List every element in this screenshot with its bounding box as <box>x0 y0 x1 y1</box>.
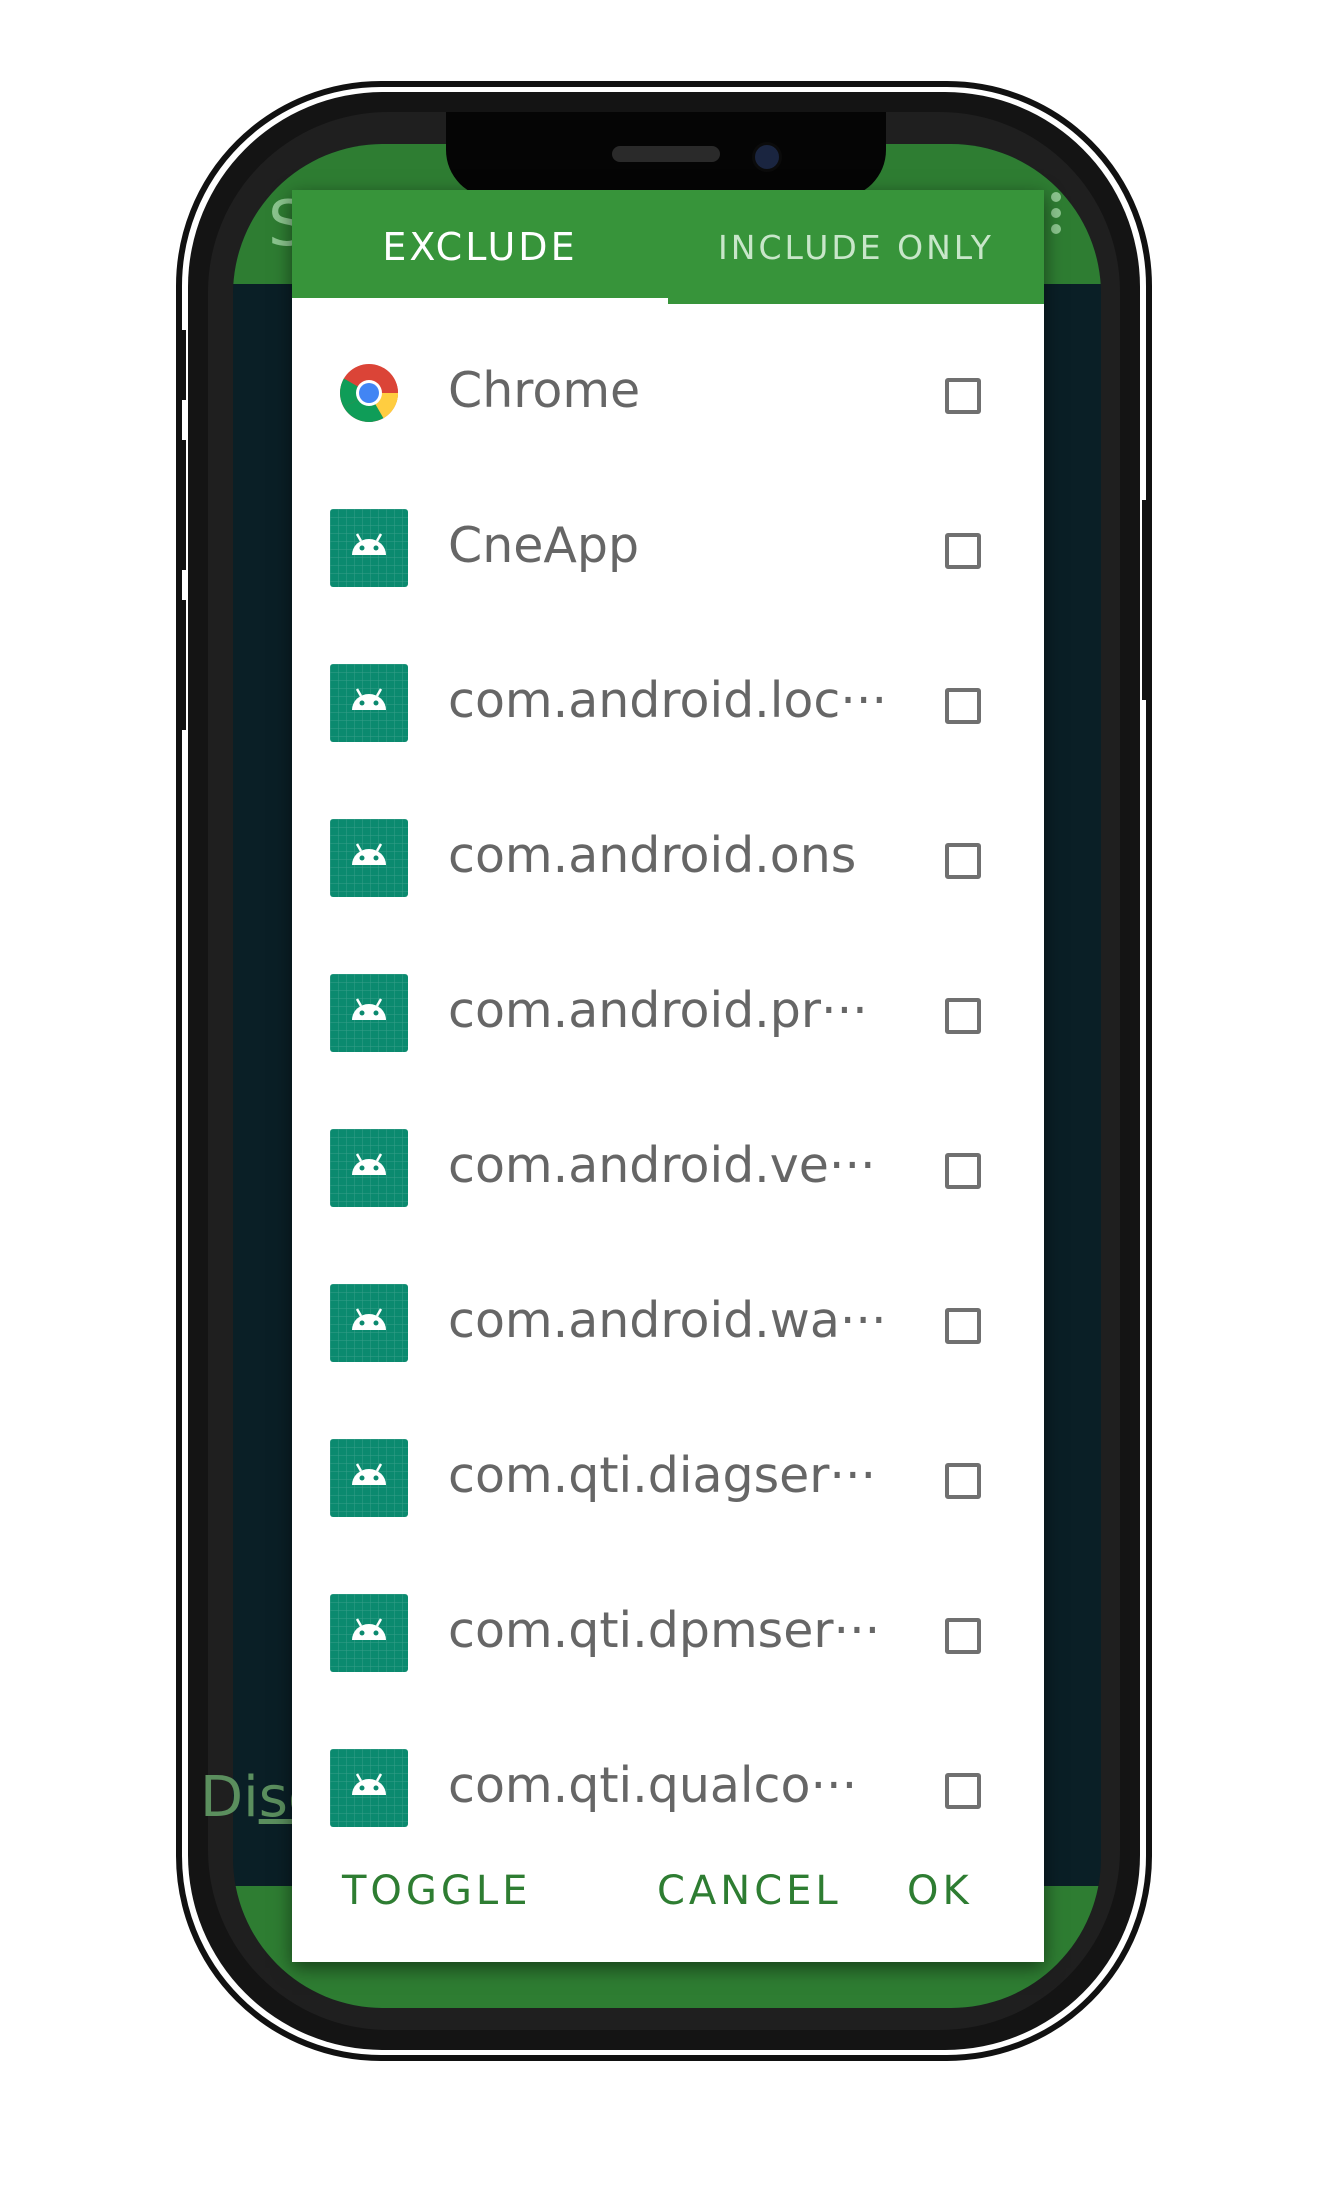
phone-left-button-3 <box>178 600 186 730</box>
tab-bar: EXCLUDE INCLUDE ONLY <box>292 190 1044 304</box>
app-filter-dialog: EXCLUDE INCLUDE ONLY Chrome CneApp com.and… <box>292 190 1044 1962</box>
list-item[interactable]: Chrome <box>292 304 1044 459</box>
android-app-icon <box>330 1594 408 1672</box>
list-item[interactable]: com.android.wa··· <box>292 1234 1044 1389</box>
status-prefix: Di <box>200 1765 259 1830</box>
android-app-icon <box>330 819 408 897</box>
app-checkbox[interactable] <box>945 1308 981 1344</box>
app-label: com.android.wa··· <box>448 1292 887 1349</box>
app-checkbox[interactable] <box>945 1463 981 1499</box>
app-label: com.android.pr··· <box>448 982 868 1039</box>
list-item[interactable]: com.android.ons <box>292 769 1044 924</box>
app-label: Chrome <box>448 362 641 419</box>
app-label: com.android.loc··· <box>448 672 888 729</box>
app-checkbox[interactable] <box>945 1153 981 1189</box>
app-label: com.qti.diagser··· <box>448 1447 877 1504</box>
app-label: com.qti.dpmser··· <box>448 1602 881 1659</box>
front-camera <box>752 142 782 172</box>
android-app-icon <box>330 1749 408 1827</box>
app-checkbox[interactable] <box>945 688 981 724</box>
app-label: com.android.ve··· <box>448 1137 876 1194</box>
phone-left-button-1 <box>178 330 186 400</box>
phone-left-button-2 <box>178 440 186 570</box>
android-app-icon <box>330 509 408 587</box>
list-item[interactable]: com.qti.dpmser··· <box>292 1544 1044 1699</box>
app-checkbox[interactable] <box>945 1773 981 1809</box>
app-label: com.android.ons <box>448 827 857 884</box>
list-item[interactable]: com.android.pr··· <box>292 924 1044 1079</box>
android-app-icon <box>330 664 408 742</box>
chrome-icon <box>330 354 408 432</box>
overflow-menu-icon[interactable] <box>1051 192 1061 240</box>
app-checkbox[interactable] <box>945 998 981 1034</box>
android-app-icon <box>330 974 408 1052</box>
earpiece-speaker <box>612 146 720 162</box>
list-item[interactable]: com.android.loc··· <box>292 614 1044 769</box>
app-list[interactable]: Chrome CneApp com.android.loc··· com.androi… <box>292 304 1044 1828</box>
app-checkbox[interactable] <box>945 378 981 414</box>
toggle-button[interactable]: TOGGLE <box>342 1868 531 1914</box>
cancel-button[interactable]: CANCEL <box>657 1868 842 1914</box>
app-checkbox[interactable] <box>945 843 981 879</box>
app-checkbox[interactable] <box>945 533 981 569</box>
dialog-actions: TOGGLE CANCEL OK <box>292 1828 1044 1962</box>
android-app-icon <box>330 1439 408 1517</box>
list-item[interactable]: com.qti.diagser··· <box>292 1389 1044 1544</box>
tab-exclude[interactable]: EXCLUDE <box>292 190 668 304</box>
list-item[interactable]: CneApp <box>292 459 1044 614</box>
app-label: com.qti.qualco··· <box>448 1757 858 1814</box>
list-item[interactable]: com.android.ve··· <box>292 1079 1044 1234</box>
ok-button[interactable]: OK <box>907 1868 973 1914</box>
app-label: CneApp <box>448 517 640 574</box>
list-item[interactable]: com.qti.qualco··· <box>292 1699 1044 1828</box>
app-checkbox[interactable] <box>945 1618 981 1654</box>
phone-right-button <box>1142 500 1150 700</box>
android-app-icon <box>330 1129 408 1207</box>
android-app-icon <box>330 1284 408 1362</box>
tab-include-only[interactable]: INCLUDE ONLY <box>668 190 1044 304</box>
